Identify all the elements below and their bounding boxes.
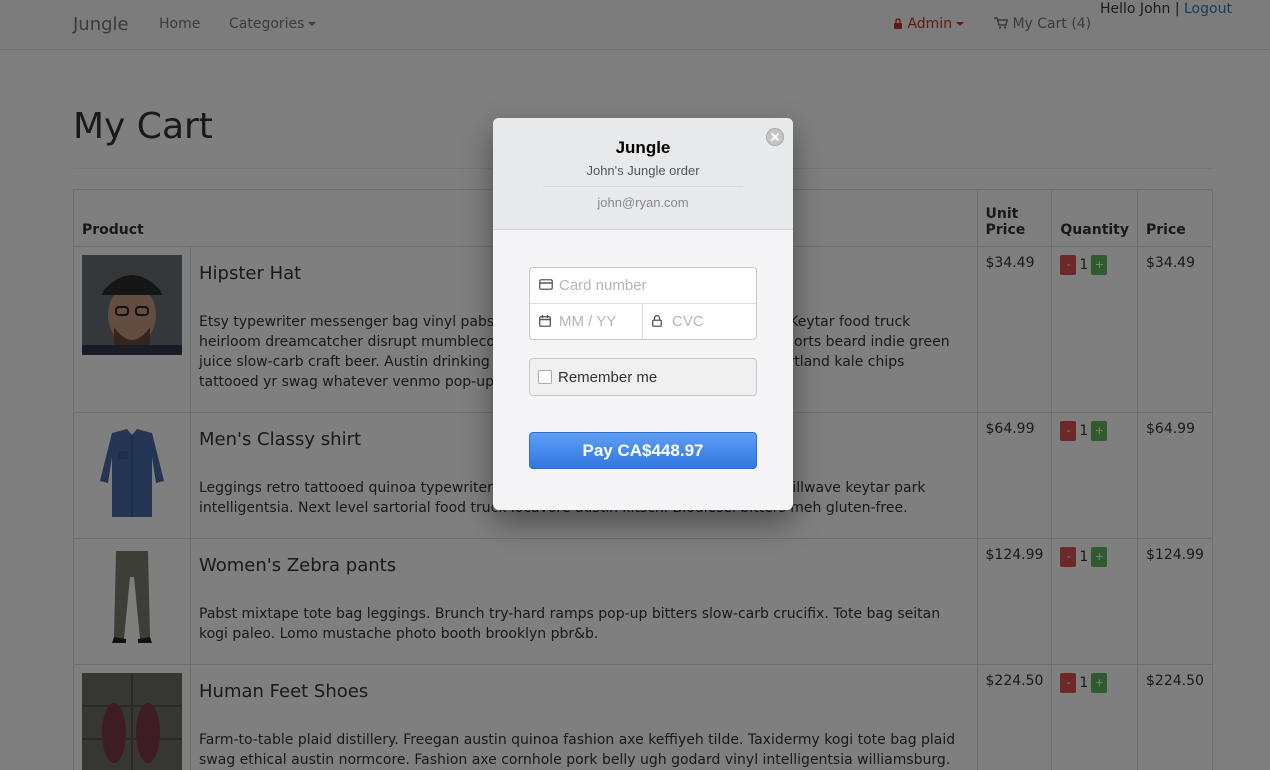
checkout-modal: Jungle John's Jungle order john@ryan.com…: [493, 118, 793, 510]
cvc-placeholder: CVC: [672, 313, 704, 330]
card-number-placeholder: Card number: [559, 277, 647, 294]
expiry-placeholder: MM / YY: [559, 313, 617, 330]
customer-email: john@ryan.com: [597, 195, 689, 210]
modal-subtitle: John's Jungle order: [586, 163, 700, 178]
remember-me-checkbox[interactable]: [538, 370, 552, 384]
lock-icon: [652, 315, 662, 327]
cvc-field[interactable]: CVC: [643, 304, 756, 339]
card-number-field[interactable]: Card number: [530, 268, 756, 304]
pay-button[interactable]: Pay CA$448.97: [529, 432, 757, 469]
close-icon[interactable]: [766, 128, 784, 146]
modal-header: Jungle John's Jungle order john@ryan.com: [493, 118, 793, 230]
credit-card-icon: [539, 279, 553, 290]
divider: [543, 186, 743, 187]
expiry-field[interactable]: MM / YY: [530, 304, 643, 339]
modal-title: Jungle: [615, 138, 671, 157]
remember-me-label: Remember me: [558, 369, 658, 386]
card-input-group: Card number MM / YY CVC: [529, 267, 757, 340]
calendar-icon: [539, 315, 551, 327]
remember-me-option[interactable]: Remember me: [529, 358, 757, 396]
